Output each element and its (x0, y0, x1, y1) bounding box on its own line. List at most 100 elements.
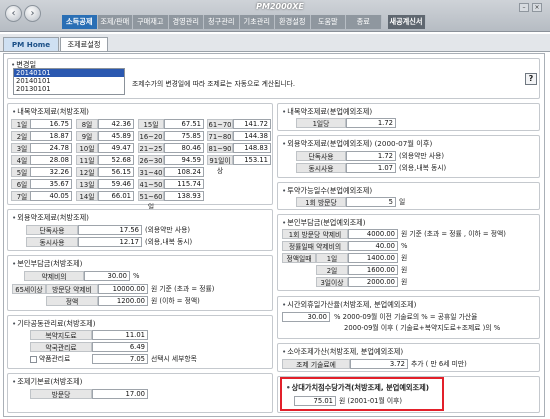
r-internal-section: •내복약조제료(분업예외조제) 1일당 1.72 (277, 103, 540, 131)
combined-use-value[interactable]: 12.17 (78, 237, 142, 247)
day-label: 16~20일 (138, 131, 164, 151)
counseling-value[interactable]: 11.01 (92, 330, 148, 340)
flat-day-value[interactable]: 1600.00 (348, 265, 398, 275)
visit-label: 방문당 약제비 (46, 284, 98, 294)
menu-claims[interactable]: 청구관리 (204, 15, 240, 29)
menu-purchase-stock[interactable]: 구매재고 (133, 15, 169, 29)
fee-value[interactable]: 52.68 (98, 155, 134, 165)
fee-value[interactable]: 67.51 (164, 119, 204, 129)
fee-value[interactable]: 148.83 (233, 143, 271, 153)
fee-value[interactable]: 80.46 (164, 143, 204, 153)
section-title: •본인부담금(분업예외조제) (282, 218, 366, 227)
day-label: 21~25일 (138, 143, 164, 163)
flat-day-value[interactable]: 2000.00 (348, 277, 398, 287)
fee-value[interactable]: 16.75 (30, 119, 72, 129)
flat-day-label: 2일 (316, 265, 348, 275)
section-title-text: 내복약조제료(처방조제) (17, 107, 89, 116)
child-value[interactable]: 3.72 (350, 359, 408, 369)
pharmacy-mgmt-value[interactable]: 6.49 (92, 342, 148, 352)
day-label: 61~70일 (207, 119, 233, 139)
visit-tail: 원 기준 (초과 = 정률) (151, 285, 215, 293)
section-title-text: 조제기본료(처방조제) (17, 377, 83, 386)
menu-exit[interactable]: 종료 (346, 15, 382, 29)
menu-help[interactable]: 도움말 (310, 15, 346, 29)
per-visit-value[interactable]: 17.00 (92, 389, 148, 399)
list-item[interactable]: 20130101 (14, 85, 124, 93)
day-label: 12일 (76, 167, 98, 177)
fee-value[interactable]: 24.78 (30, 143, 72, 153)
tab-fee-settings[interactable]: 조제료설정 (60, 37, 108, 51)
fee-value[interactable]: 56.15 (98, 167, 134, 177)
menu-basic[interactable]: 기초관리 (239, 15, 275, 29)
day-label: 81~90일 (207, 143, 233, 163)
single-use-value[interactable]: 17.56 (78, 225, 142, 235)
section-title: •외용약조제료(처방조제) (12, 213, 89, 222)
per-visit-label: 1회 방문당 (296, 197, 346, 207)
drug-mgmt-value[interactable]: 7.05 (92, 354, 148, 364)
day-label: 51~60일 (138, 191, 164, 211)
flat-day-unit: 원 (401, 266, 408, 274)
back-button[interactable]: ‹ (5, 5, 22, 22)
highlight-box (280, 377, 444, 411)
flat-day-value[interactable]: 1400.00 (348, 253, 398, 263)
section-title: •내복약조제료(분업예외조제) (282, 107, 373, 116)
fee-value[interactable]: 49.47 (98, 143, 134, 153)
fee-value[interactable]: 45.89 (98, 131, 134, 141)
fee-value[interactable]: 144.38 (233, 131, 271, 141)
fee-value[interactable]: 59.46 (98, 179, 134, 189)
combined-use-value[interactable]: 1.07 (346, 163, 396, 173)
menu-management[interactable]: 경영관리 (168, 15, 204, 29)
fee-value[interactable]: 35.67 (30, 179, 72, 189)
rate-value[interactable]: 30.00 (84, 271, 130, 281)
tab-pm-home[interactable]: PM Home (3, 37, 59, 51)
section-title: •본인부담금(처방조제) (12, 259, 83, 268)
menu-dispense-sales[interactable]: 조제/판매 (97, 15, 133, 29)
menu-settings[interactable]: 환경설정 (275, 15, 311, 29)
fee-value[interactable]: 115.74 (164, 179, 204, 189)
fee-value[interactable]: 66.01 (98, 191, 134, 201)
day-label: 14일 (76, 191, 98, 201)
day-label: 13일 (76, 179, 98, 189)
flat-value[interactable]: 1200.00 (98, 296, 148, 306)
rate-unit: % (401, 242, 408, 250)
list-item[interactable]: 20140101 (14, 69, 124, 77)
minimize-icon[interactable]: – (519, 3, 529, 12)
section-title-text: 시간외휴일가산율(처방조제, 분업예외조제) (287, 300, 417, 309)
help-button[interactable]: ? (525, 73, 537, 85)
fee-value[interactable]: 141.72 (233, 119, 271, 129)
rate-value[interactable]: 40.00 (348, 241, 398, 251)
visit-value[interactable]: 10000.00 (98, 284, 148, 294)
fee-value[interactable]: 28.08 (30, 155, 72, 165)
menu-income-deduction[interactable]: 소득공제 (62, 15, 98, 29)
list-item[interactable]: 20140101 (14, 77, 124, 85)
close-icon[interactable]: × (532, 3, 542, 12)
fee-value[interactable]: 108.24 (164, 167, 204, 177)
day-label: 9일 (76, 131, 98, 141)
fee-value[interactable]: 32.26 (30, 167, 72, 177)
combined-use-note: (외용,내복 동시) (399, 164, 447, 172)
change-date-note: 조제수가의 변경일에 따라 조제료는 자동으로 계산됩니다. (132, 80, 296, 88)
drug-mgmt-checkbox[interactable] (30, 356, 37, 363)
section-title: •조제기본료(처방조제) (12, 377, 83, 386)
section-title-text: 내복약조제료(분업예외조제) (287, 107, 373, 116)
fee-value[interactable]: 153.11 (233, 155, 271, 165)
fee-value[interactable]: 94.59 (164, 155, 204, 165)
menu-new-form[interactable]: 새공계신서 (387, 15, 426, 29)
forward-button[interactable]: › (24, 5, 41, 22)
fee-value[interactable]: 40.05 (30, 191, 72, 201)
overtime-line2: 2000-09월 이후 ( 기술료+복약지도료+조제료 )의 % (344, 324, 501, 332)
visit-value[interactable]: 4000.00 (348, 229, 398, 239)
per-day-value[interactable]: 1.72 (346, 118, 396, 128)
child-label: 조제 기술료에 (282, 359, 350, 369)
days-value[interactable]: 5 (346, 197, 396, 207)
main-menu: 소득공제 조제/판매 구매재고 경영관리 청구관리 기초관리 환경설정 도움말 … (62, 15, 426, 29)
change-date-list[interactable]: 20140101 20140101 20130101 (13, 68, 125, 95)
fee-value[interactable]: 42.36 (98, 119, 134, 129)
single-use-value[interactable]: 1.72 (346, 151, 396, 161)
fee-value[interactable]: 75.85 (164, 131, 204, 141)
fee-value[interactable]: 18.87 (30, 131, 72, 141)
overtime-value[interactable]: 30.00 (282, 312, 330, 322)
fee-value[interactable]: 138.93 (164, 191, 204, 201)
r-copay-section: •본인부담금(분업예외조제) 1회 방문당 약제비 4000.00 원 기준 (… (277, 214, 540, 291)
per-visit-label: 방문당 (30, 389, 92, 399)
